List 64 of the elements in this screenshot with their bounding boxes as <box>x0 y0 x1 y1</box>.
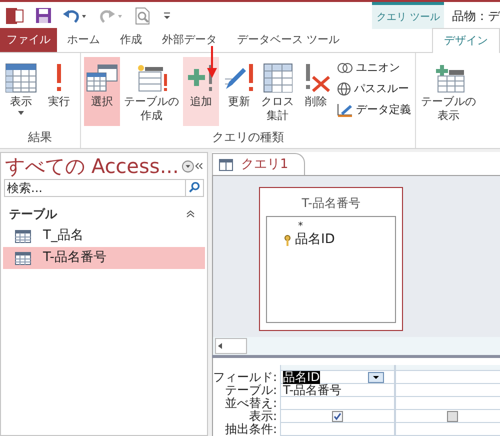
ribbon-button[interactable]: クロス 集計 <box>259 57 296 126</box>
ribbon-button[interactable]: 追加 <box>183 57 219 126</box>
ribbon-button[interactable]: 実行 <box>41 57 77 126</box>
chevron-icon[interactable] <box>186 210 195 218</box>
key-icon <box>284 234 291 246</box>
group-label: クエリの種類 <box>212 129 284 146</box>
menu-tab[interactable]: 作成 <box>110 28 152 52</box>
field-list-window[interactable]: T-品名番号 * 品名ID <box>259 187 403 331</box>
ribbon-small-button[interactable]: ユニオン <box>336 59 412 77</box>
context-tab-label: クエリ ツール <box>372 2 444 29</box>
menu-tab[interactable]: デザイン <box>432 28 500 53</box>
save-icon[interactable] <box>36 8 51 23</box>
ribbon-small-button[interactable]: データ定義 <box>336 101 412 119</box>
file-tab[interactable]: ファイル <box>0 28 57 52</box>
ribbon-button[interactable]: 選択 <box>84 57 120 126</box>
ruler-pencil-icon <box>337 103 353 117</box>
undo-icon[interactable] <box>63 8 87 22</box>
customize-icon[interactable] <box>163 12 171 20</box>
grid-row-label: テーブル: <box>225 384 278 397</box>
globe-icon <box>337 82 351 96</box>
tables-icon <box>86 63 118 93</box>
menu-tab[interactable]: データベース ツール <box>227 28 350 52</box>
dropdown-circle-icon[interactable] <box>182 160 194 172</box>
ribbon-button[interactable]: 更新 <box>221 57 257 126</box>
window-title: 品物：デ <box>451 8 500 24</box>
search-icon[interactable] <box>186 179 204 197</box>
field-cell[interactable]: 品名ID <box>283 370 320 384</box>
rings-icon <box>337 62 353 74</box>
pencil-icon <box>223 63 255 93</box>
menu-tab[interactable]: ホーム <box>57 28 110 52</box>
print-preview-icon[interactable] <box>135 6 151 24</box>
ribbon-button[interactable]: 表示 <box>3 57 39 126</box>
nav-item[interactable]: T-品名番号 <box>3 247 205 269</box>
ribbon-small-button[interactable]: パススルー <box>336 80 412 98</box>
scroll-left-icon[interactable] <box>216 342 224 350</box>
table-icon <box>15 230 31 242</box>
grid-icon <box>262 63 292 93</box>
ribbon-button[interactable]: 削除 <box>298 57 334 126</box>
grid-row-label: 並べ替え: <box>225 397 278 410</box>
ribbon-button[interactable]: テーブルの 表示 <box>419 57 478 126</box>
table-cell[interactable]: T-品名番号 <box>283 384 342 396</box>
search-field[interactable]: 検索... <box>4 179 186 197</box>
exclamation-icon <box>54 63 64 93</box>
app-logo-icon[interactable] <box>6 8 24 24</box>
annotation-arrow-icon <box>207 46 217 78</box>
section-header: テーブル <box>9 206 57 223</box>
dropdown-icon[interactable] <box>368 372 384 382</box>
scrollbar[interactable] <box>215 338 247 354</box>
grid-row-label: 抽出条件: <box>225 423 278 436</box>
checkbox[interactable] <box>447 410 458 422</box>
table-icon <box>15 252 31 264</box>
document-tab[interactable]: クエリ1 <box>212 153 306 175</box>
ribbon-button[interactable]: テーブルの 作成 <box>122 57 181 126</box>
nav-item[interactable]: T_品名 <box>3 225 205 247</box>
datasheet-icon <box>5 63 37 93</box>
grid-row-label: 表示: <box>249 410 278 423</box>
query-icon <box>219 158 233 170</box>
nav-pane-title: すべての Access... <box>5 154 179 178</box>
menu-tab[interactable]: 外部データ <box>152 28 227 52</box>
field-list-title: T-品名番号 <box>302 195 360 212</box>
group-label: 結果 <box>28 129 52 146</box>
checkbox[interactable] <box>332 410 344 422</box>
grid-row-label: フィールド: <box>213 371 278 384</box>
collapse-icon[interactable] <box>194 162 203 170</box>
